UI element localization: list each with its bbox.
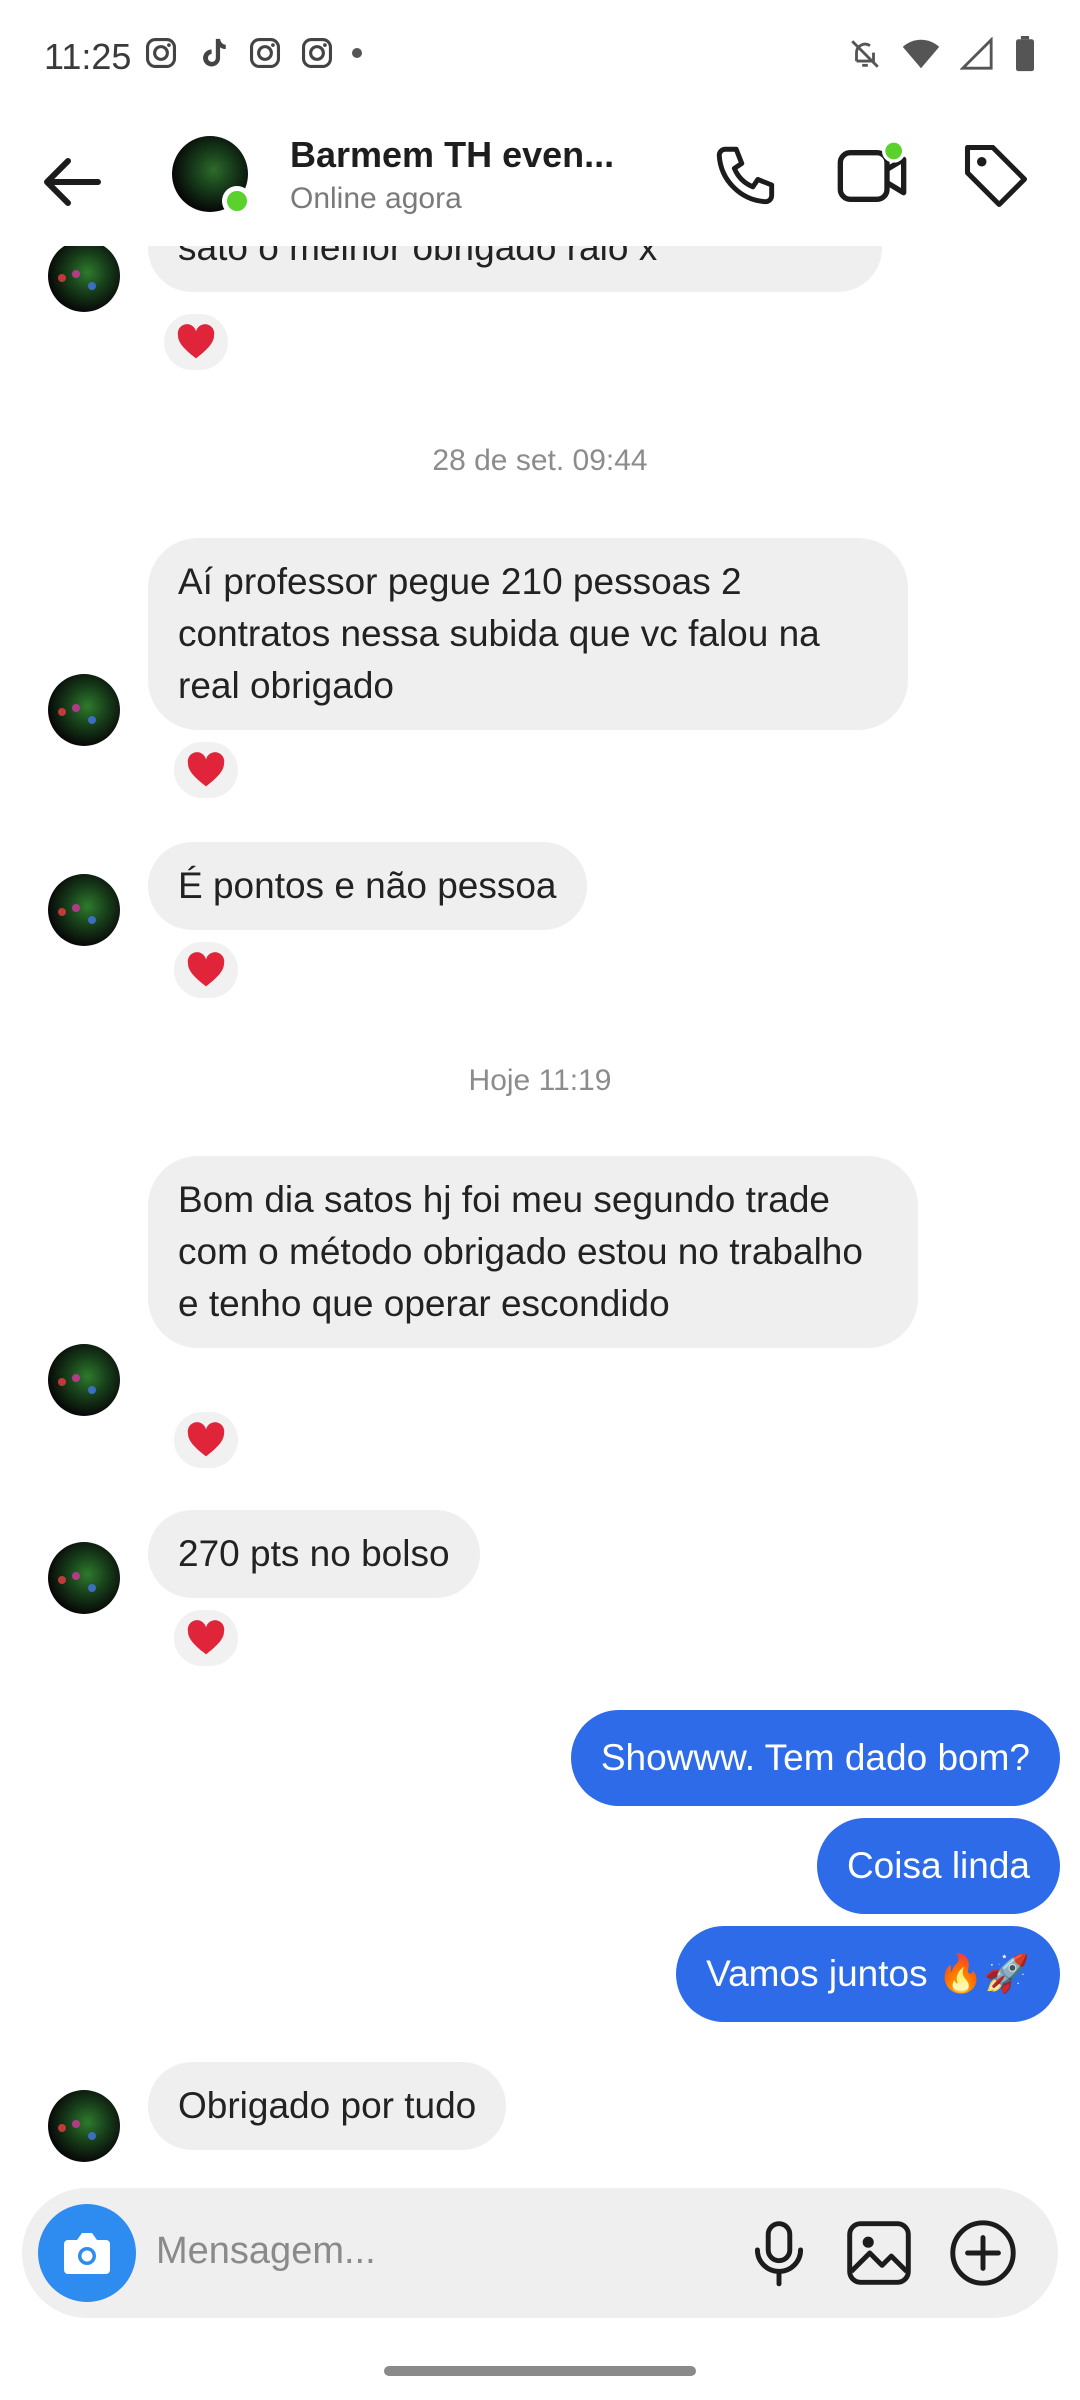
heart-icon: [187, 952, 225, 987]
phone-call-icon[interactable]: [710, 140, 784, 214]
bell-off-icon: [851, 40, 879, 68]
reaction-badge[interactable]: [170, 938, 242, 1002]
instagram-icon: [249, 37, 281, 69]
microphone-icon[interactable]: [742, 2216, 816, 2290]
camera-icon: [64, 2233, 110, 2274]
system-icons: [848, 36, 1036, 72]
wifi-icon: [902, 39, 940, 69]
dot-icon: [352, 48, 362, 58]
notification-icons: [144, 36, 362, 70]
message-bubble-outgoing[interactable]: Vamos juntos 🔥🚀: [676, 1926, 1060, 2022]
add-circle-icon[interactable]: [946, 2216, 1020, 2290]
message-bubble-incoming[interactable]: 270 pts no bolso: [148, 1510, 480, 1598]
message-list[interactable]: sato o melhor obrigado raio x 28 de set.…: [0, 246, 1080, 2176]
chat-header: Barmem TH even... Online agora: [0, 116, 1080, 246]
heart-icon: [177, 324, 215, 359]
message-bubble-incoming[interactable]: É pontos e não pessoa: [148, 842, 587, 930]
sender-avatar[interactable]: [48, 674, 120, 746]
back-arrow-icon[interactable]: [38, 146, 110, 218]
heart-icon: [187, 1422, 225, 1457]
signal-icon: [960, 37, 993, 70]
battery-icon: [1016, 36, 1034, 72]
instagram-icon: [145, 37, 177, 69]
message-input[interactable]: Mensagem...: [156, 2230, 376, 2273]
reaction-badge[interactable]: [170, 1408, 242, 1472]
message-bubble-incoming[interactable]: Bom dia satos hj foi meu segundo trade c…: [148, 1156, 918, 1348]
reaction-badge[interactable]: [170, 1606, 242, 1670]
heart-icon: [187, 1620, 225, 1655]
date-separator: 28 de set. 09:44: [432, 444, 648, 477]
status-time: 11:25: [44, 36, 132, 77]
tiktok-icon: [203, 38, 226, 67]
video-call-icon[interactable]: [832, 136, 912, 216]
gallery-icon[interactable]: [842, 2216, 916, 2290]
home-indicator[interactable]: [384, 2366, 696, 2376]
contact-status: Online agora: [290, 182, 462, 215]
online-indicator: [222, 186, 252, 216]
reaction-badge[interactable]: [170, 738, 242, 802]
heart-icon: [187, 752, 225, 787]
contact-name[interactable]: Barmem TH even...: [290, 134, 614, 176]
sender-avatar[interactable]: [48, 1542, 120, 1614]
date-separator: Hoje 11:19: [468, 1064, 612, 1097]
message-bubble-incoming[interactable]: Aí professor pegue 210 pessoas 2 contrat…: [148, 538, 908, 730]
sender-avatar[interactable]: [48, 246, 120, 312]
sender-avatar[interactable]: [48, 2090, 120, 2162]
message-bubble-outgoing[interactable]: Showww. Tem dado bom?: [570, 1710, 1060, 1806]
tag-icon[interactable]: [958, 138, 1034, 214]
reaction-badge[interactable]: [160, 310, 232, 374]
message-composer: Mensagem...: [22, 2188, 1058, 2318]
status-bar: 11:25: [0, 0, 1080, 116]
camera-button[interactable]: [38, 2204, 136, 2302]
sender-avatar[interactable]: [48, 874, 120, 946]
message-bubble-incoming[interactable]: sato o melhor obrigado raio x: [148, 246, 882, 292]
instagram-icon: [301, 37, 333, 69]
message-bubble-outgoing[interactable]: Coisa linda: [816, 1818, 1060, 1914]
message-bubble-incoming[interactable]: Obrigado por tudo: [148, 2062, 507, 2150]
sender-avatar[interactable]: [48, 1344, 120, 1416]
